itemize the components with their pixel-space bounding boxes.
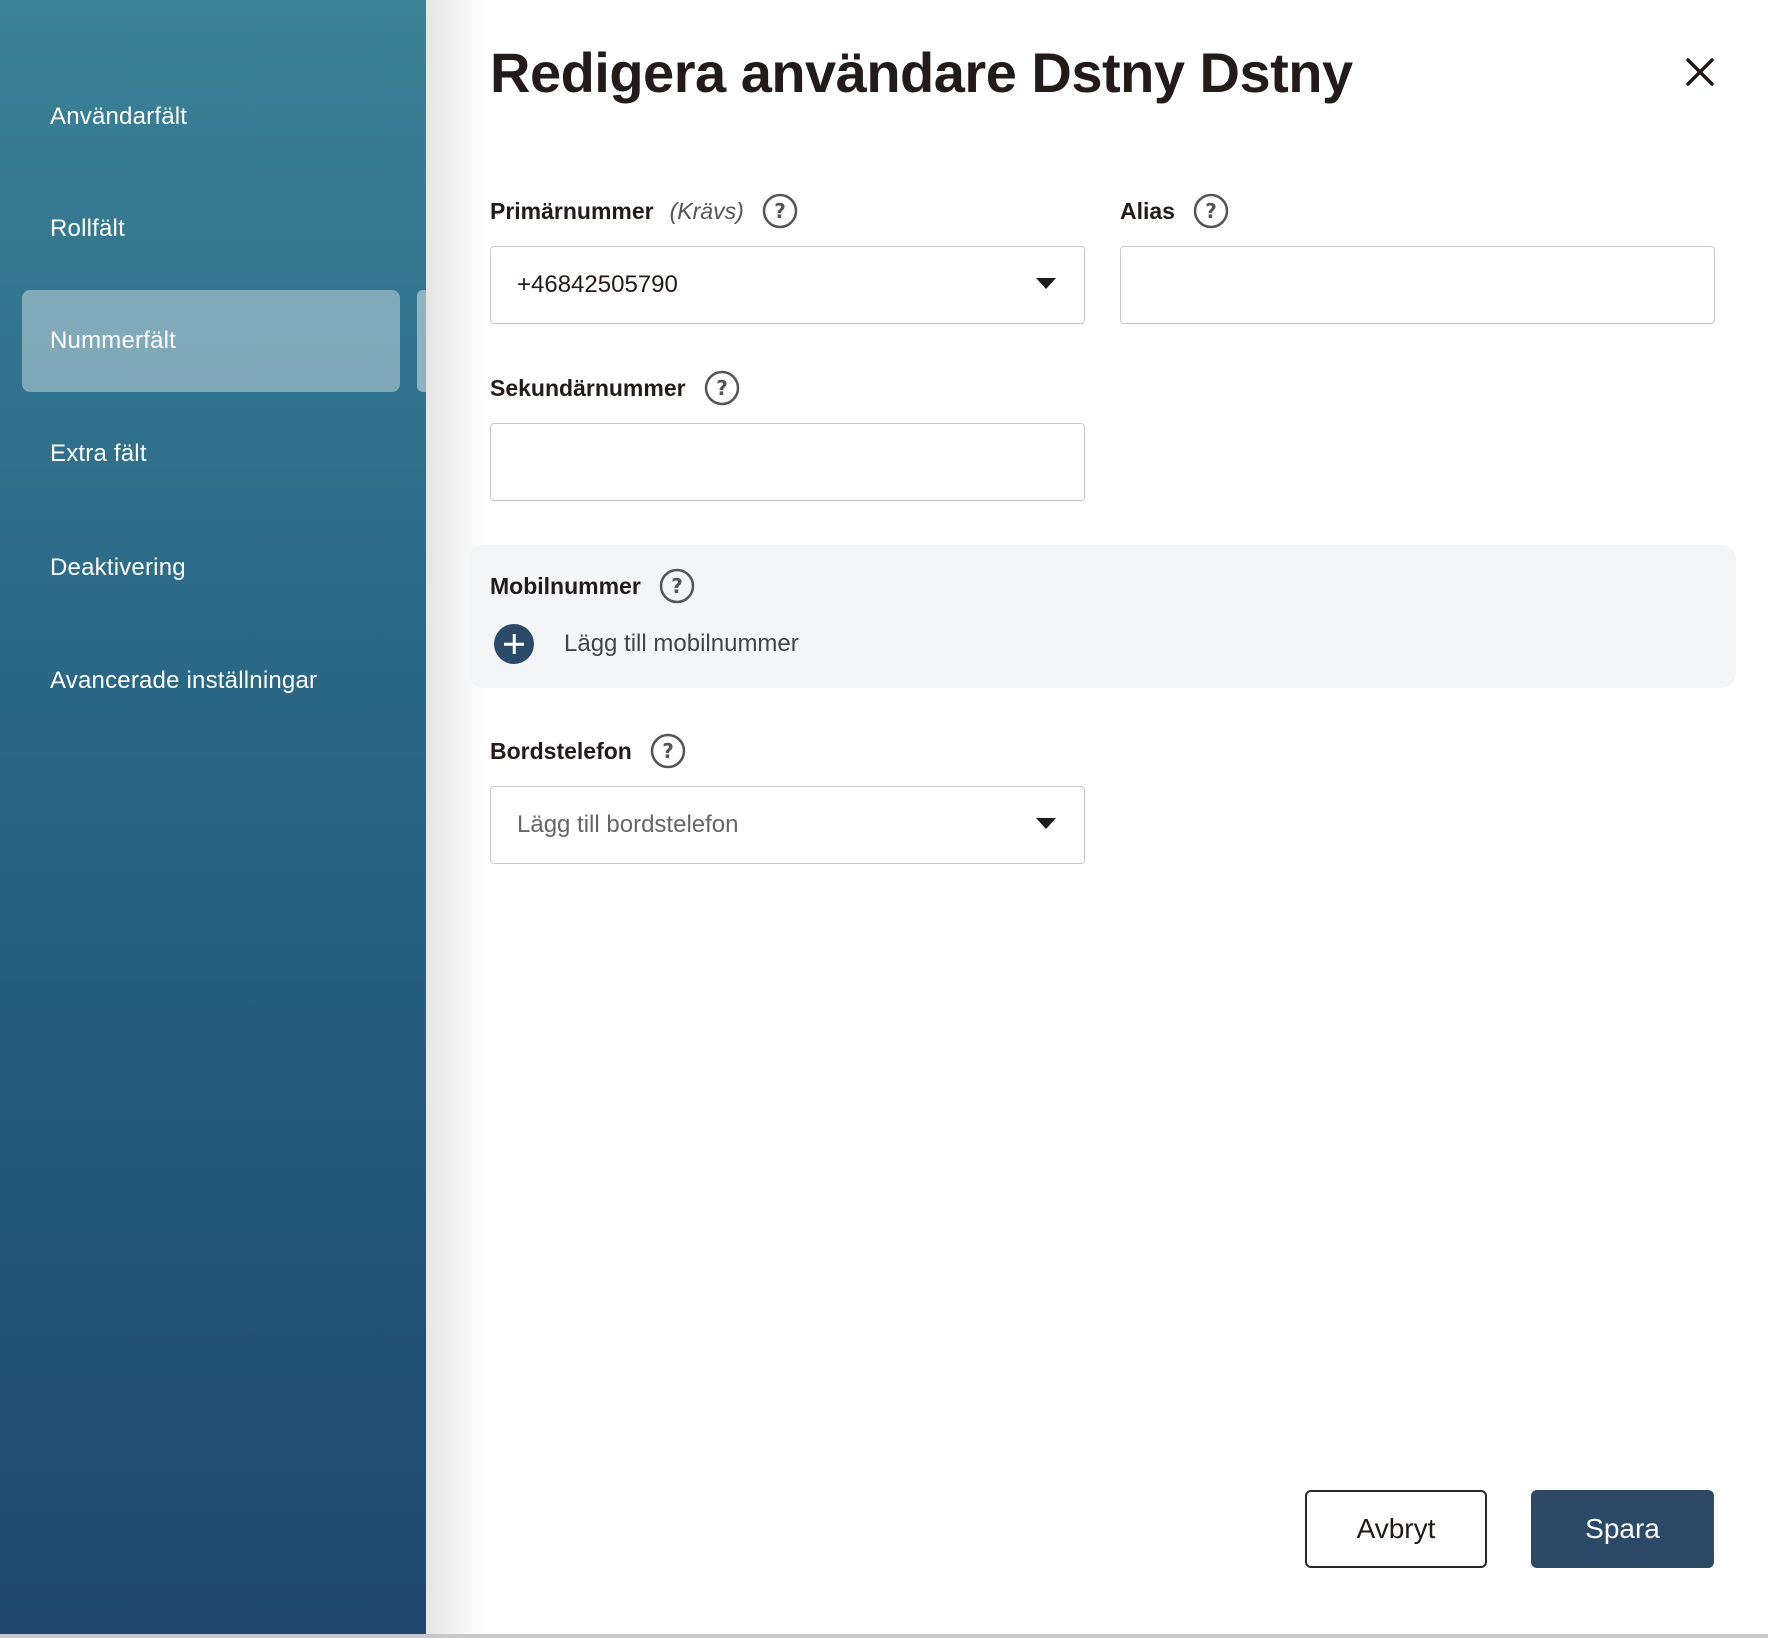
secondary-number-input[interactable] [490,423,1085,501]
svg-text:?: ? [716,376,728,400]
sidebar: Användarfält Rollfält Nummerfält Extra f… [0,0,426,1634]
help-icon[interactable]: ? [704,370,740,406]
close-button[interactable] [1678,50,1722,94]
help-icon[interactable]: ? [659,568,695,604]
desk-phone-label-text: Bordstelefon [490,737,632,764]
sidebar-item-avancerade-installningar[interactable]: Avancerade inställningar [22,630,400,732]
alias-label-text: Alias [1120,197,1175,224]
add-mobile-number-button[interactable]: Lägg till mobilnummer [494,624,799,664]
sidebar-item-nummerfalt[interactable]: Nummerfält [22,290,400,392]
primary-number-select[interactable]: +46842505790 [490,246,1085,324]
app-root: Användarfält Rollfält Nummerfält Extra f… [0,0,1768,1638]
mobile-number-label: Mobilnummer ? [490,568,695,604]
primary-number-value: +46842505790 [517,271,678,298]
sidebar-item-label: Nummerfält [50,327,177,354]
required-note: (Krävs) [669,197,744,224]
cancel-button-label: Avbryt [1356,1513,1436,1544]
sidebar-item-label: Användarfält [50,103,188,130]
cancel-button[interactable]: Avbryt [1305,1490,1487,1568]
sidebar-item-label: Extra fält [50,440,147,467]
active-item-indicator [417,290,431,392]
chevron-down-icon [1036,818,1056,829]
primary-number-label: Primärnummer (Krävs) ? [490,193,798,229]
sidebar-item-label: Deaktivering [50,554,186,581]
page-title: Redigera användare Dstny Dstny [490,41,1353,104]
sidebar-item-label: Rollfält [50,215,125,242]
svg-text:?: ? [662,739,674,763]
alias-label: Alias ? [1120,193,1229,229]
desk-phone-label: Bordstelefon ? [490,733,686,769]
add-mobile-number-label: Lägg till mobilnummer [564,630,799,657]
plus-circle-icon [494,624,534,664]
mobile-number-label-text: Mobilnummer [490,572,641,599]
svg-text:?: ? [671,574,683,598]
svg-text:?: ? [774,199,786,223]
desk-phone-placeholder: Lägg till bordstelefon [517,811,739,838]
desk-phone-select[interactable]: Lägg till bordstelefon [490,786,1085,864]
save-button[interactable]: Spara [1531,1490,1714,1568]
svg-text:?: ? [1205,199,1217,223]
sidebar-item-label: Avancerade inställningar [50,667,318,694]
sidebar-shadow [426,0,486,1634]
sidebar-item-deaktivering[interactable]: Deaktivering [22,517,400,619]
secondary-number-label-text: Sekundärnummer [490,374,686,401]
sidebar-item-extra-falt[interactable]: Extra fält [22,403,400,505]
help-icon[interactable]: ? [650,733,686,769]
help-icon[interactable]: ? [1193,193,1229,229]
sidebar-item-rollfalt[interactable]: Rollfält [22,178,400,280]
help-icon[interactable]: ? [762,193,798,229]
mobile-number-panel [469,545,1736,688]
bottom-divider [0,1634,1768,1638]
save-button-label: Spara [1585,1513,1660,1544]
secondary-number-label: Sekundärnummer ? [490,370,740,406]
chevron-down-icon [1036,278,1056,289]
alias-input[interactable] [1120,246,1715,324]
close-icon [1686,58,1714,86]
primary-number-label-text: Primärnummer [490,197,654,224]
sidebar-item-anvandarfalt[interactable]: Användarfält [22,66,400,168]
